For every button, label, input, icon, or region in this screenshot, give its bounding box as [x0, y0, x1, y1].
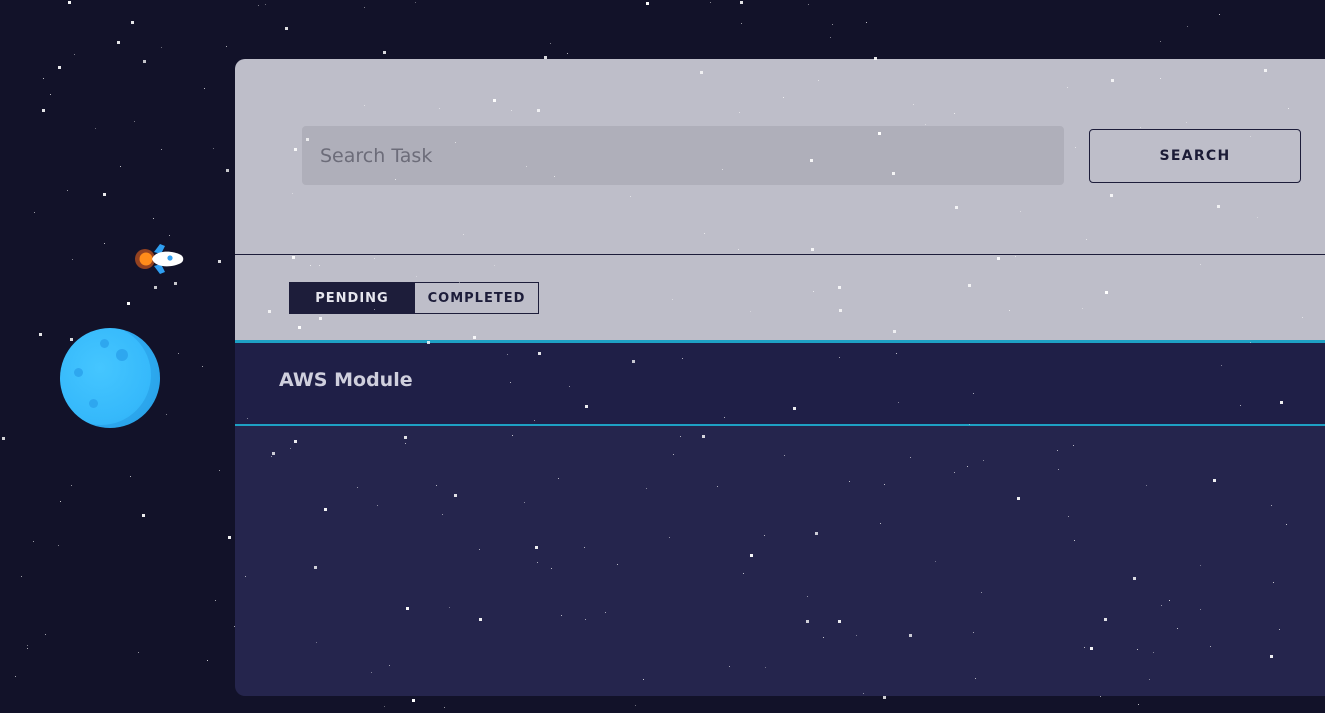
tabs-section: PENDING COMPLETED: [235, 255, 1325, 340]
task-title: AWS Module: [279, 369, 413, 391]
search-button[interactable]: SEARCH: [1089, 129, 1301, 183]
task-item[interactable]: AWS Module: [235, 340, 1325, 426]
planet-icon: [60, 328, 160, 428]
search-input[interactable]: [302, 126, 1064, 185]
task-panel: SEARCH PENDING COMPLETED AWS Module: [235, 59, 1325, 696]
search-section: SEARCH: [235, 59, 1325, 254]
rocket-icon: [135, 244, 184, 274]
tab-pending[interactable]: PENDING: [289, 282, 415, 314]
tab-completed[interactable]: COMPLETED: [414, 282, 539, 314]
space-scene: SEARCH PENDING COMPLETED AWS Module: [0, 0, 1325, 713]
